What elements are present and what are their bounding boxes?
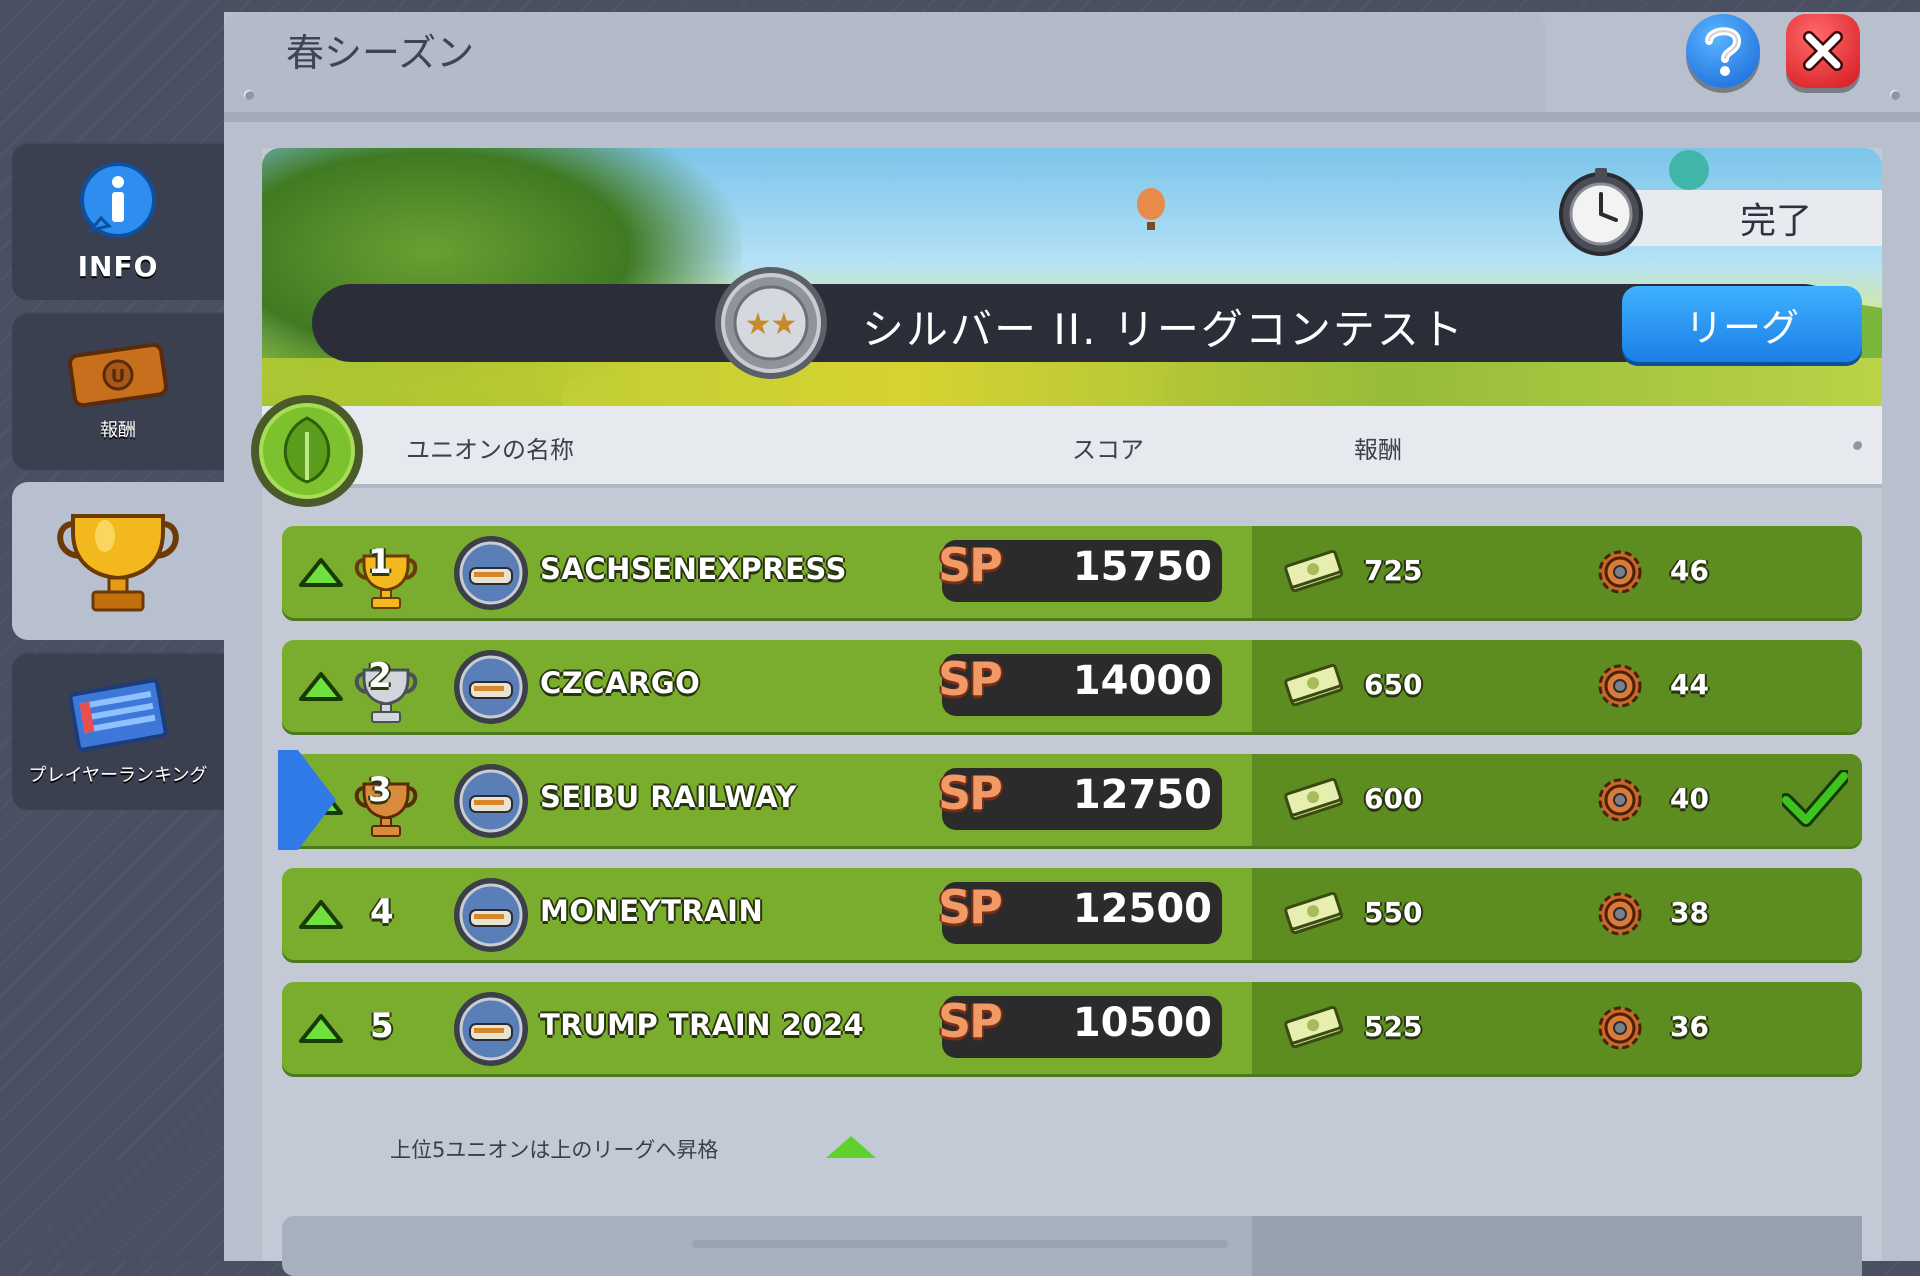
cash-reward: 550	[1364, 896, 1423, 929]
rivet	[244, 90, 254, 100]
union-emblem-icon	[454, 878, 528, 952]
gear-reward: 46	[1670, 554, 1709, 587]
cash-icon	[1284, 778, 1344, 821]
hot-air-balloon-icon	[1137, 188, 1165, 230]
gear-reward: 36	[1670, 1010, 1709, 1043]
union-name: CZCARGO	[540, 666, 701, 700]
promotion-arrow-icon	[299, 672, 343, 701]
info-icon	[80, 161, 156, 238]
cash-reward: 650	[1364, 668, 1423, 701]
table-row[interactable]: 3 SEIBU RAILWAY SP 12750 600 40	[282, 754, 1862, 846]
union-name: SEIBU RAILWAY	[540, 780, 797, 814]
column-header-union-name: ユニオンの名称	[406, 436, 574, 464]
silver-medal-icon: ★ ★	[715, 267, 827, 379]
cash-icon	[1284, 892, 1344, 935]
stopwatch-icon	[1559, 168, 1643, 256]
rank-number: 3	[368, 770, 392, 810]
table-row[interactable]: 2 CZCARGO SP 14000 650 44	[282, 640, 1862, 732]
union-emblem-icon	[454, 536, 528, 610]
table-row[interactable]: 5 TRUMP TRAIN 2024 SP 10500 525 36	[282, 982, 1862, 1074]
svg-text:★: ★	[745, 307, 772, 342]
promotion-note: 上位5ユニオンは上のリーグへ昇格	[390, 1138, 719, 1162]
table-row[interactable]: 1 SACHSENEXPRESS SP 15750 725 46	[282, 526, 1862, 618]
rank-number: 5	[370, 1006, 394, 1046]
union-emblem-icon	[454, 992, 528, 1066]
score-value: 12750	[1072, 772, 1212, 818]
sidebar-item-label: 報酬	[100, 420, 136, 441]
sidebar-item-info[interactable]: INFO	[12, 142, 224, 300]
gear-icon	[1598, 1006, 1642, 1050]
score-value: 12500	[1072, 886, 1212, 932]
cash-reward: 525	[1364, 1010, 1423, 1043]
sidebar: INFO U 報酬 プレイヤーランキング	[0, 0, 224, 1261]
scrollbar[interactable]	[692, 1240, 1228, 1248]
score-value: 10500	[1072, 1000, 1212, 1046]
close-button[interactable]	[1786, 14, 1860, 88]
own-union-marker	[278, 750, 336, 850]
sidebar-item-player-ranking[interactable]: プレイヤーランキング	[12, 652, 224, 810]
sidebar-item-label: INFO	[77, 249, 159, 283]
promotion-arrow-icon	[826, 1136, 876, 1158]
sidebar-item-rewards[interactable]: U 報酬	[12, 312, 224, 470]
svg-text:★: ★	[771, 307, 798, 342]
ranking-board-icon	[68, 678, 168, 752]
ticket-icon: U	[68, 342, 168, 408]
sp-label: SP	[938, 994, 1003, 1048]
sp-label: SP	[938, 766, 1003, 820]
column-header-reward: 報酬	[1354, 436, 1402, 464]
union-name: MONEYTRAIN	[540, 894, 764, 928]
gear-icon	[1598, 550, 1642, 594]
cash-icon	[1284, 664, 1344, 707]
rivet	[1852, 440, 1862, 450]
rank-number: 4	[370, 892, 394, 932]
sp-label: SP	[938, 652, 1003, 706]
page-title: 春シーズン	[286, 31, 475, 75]
checkmark-icon	[1782, 770, 1848, 827]
union-emblem-icon	[454, 650, 528, 724]
sp-label: SP	[938, 880, 1003, 934]
rivet	[1890, 90, 1900, 100]
gear-reward: 40	[1670, 782, 1709, 815]
help-button[interactable]	[1686, 14, 1760, 88]
contest-title: シルバー II. リーグコンテスト	[862, 305, 1465, 354]
rank-number: 2	[368, 656, 392, 696]
score-value: 15750	[1072, 544, 1212, 590]
gear-reward: 38	[1670, 896, 1709, 929]
trophy-icon	[57, 514, 179, 612]
cash-icon	[1284, 550, 1344, 593]
table-row[interactable]: 4 MONEYTRAIN SP 12500 550 38	[282, 868, 1862, 960]
sidebar-item-league-contest[interactable]	[12, 482, 224, 640]
union-emblem-icon	[454, 764, 528, 838]
promotion-arrow-icon	[299, 900, 343, 929]
cash-reward: 600	[1364, 782, 1423, 815]
gear-reward: 44	[1670, 668, 1709, 701]
svg-text:U: U	[111, 366, 126, 387]
leaf-icon	[251, 395, 363, 507]
gear-icon	[1598, 664, 1642, 708]
question-icon	[1705, 27, 1742, 76]
union-name: TRUMP TRAIN 2024	[540, 1008, 865, 1042]
gear-icon	[1598, 892, 1642, 936]
sidebar-item-label: プレイヤーランキング	[28, 765, 208, 786]
contest-status: 完了	[1610, 190, 1882, 246]
promotion-arrow-icon	[299, 1014, 343, 1043]
sp-label: SP	[938, 538, 1003, 592]
promotion-arrow-icon	[299, 558, 343, 587]
rank-number: 1	[368, 542, 392, 582]
league-button[interactable]: リーグ	[1622, 286, 1862, 362]
title-divider	[224, 112, 1920, 122]
cash-icon	[1284, 1006, 1344, 1049]
gear-icon	[1598, 778, 1642, 822]
column-header-score: スコア	[1072, 436, 1144, 464]
close-icon	[1803, 31, 1843, 71]
score-value: 14000	[1072, 658, 1212, 704]
cash-reward: 725	[1364, 554, 1423, 587]
union-name: SACHSENEXPRESS	[540, 552, 847, 586]
